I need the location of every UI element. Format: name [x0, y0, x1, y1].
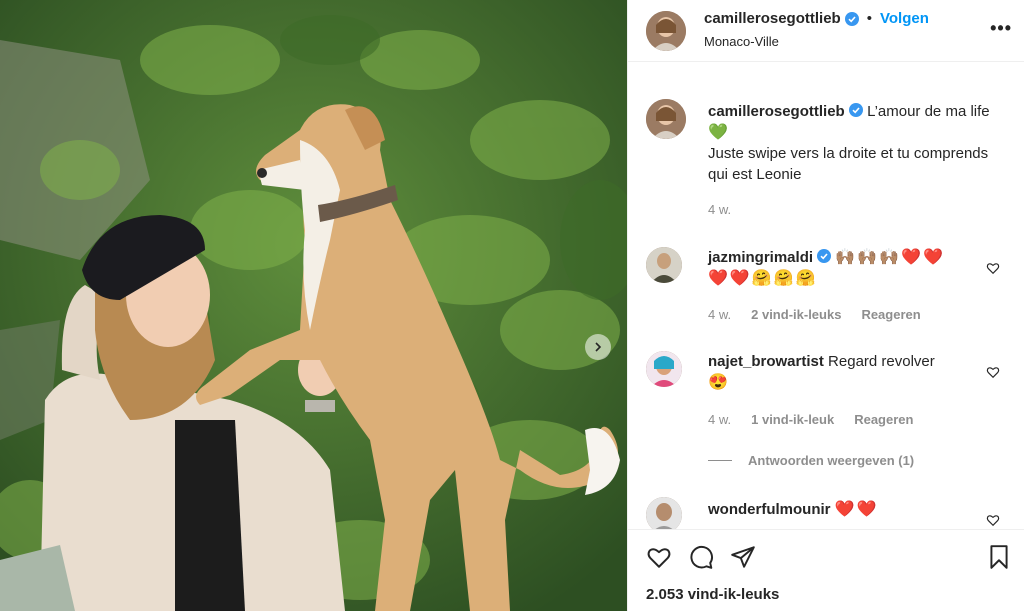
commenter-avatar-image: [646, 247, 682, 283]
post-photo[interactable]: [0, 0, 627, 611]
comment-1-meta: 4 w. 2 vind-ik-leuks Reageren: [708, 307, 921, 322]
comments-list[interactable]: camillerosegottlieb L’amour de ma life 💚…: [628, 63, 1024, 529]
commenter-avatar[interactable]: [646, 247, 682, 283]
raising-hands-emoji: 🙌🏽: [857, 249, 878, 266]
verified-badge-icon: [848, 103, 863, 117]
author-line: camillerosegottlieb • Volgen: [704, 10, 929, 27]
comment-1-reply-button[interactable]: Reageren: [861, 307, 920, 322]
replies-divider-line: [708, 460, 732, 461]
like-comment-heart-icon[interactable]: [986, 513, 1000, 527]
follow-button[interactable]: Volgen: [880, 10, 929, 27]
post-panel: camillerosegottlieb • Volgen Monaco-Vill…: [627, 0, 1024, 611]
red-heart-emoji: ❤️: [856, 501, 877, 518]
raising-hands-emoji: 🙌🏽: [835, 249, 856, 266]
post-location[interactable]: Monaco-Ville: [704, 34, 779, 49]
comment-2-meta: 4 w. 1 vind-ik-leuk Reageren: [708, 412, 913, 427]
red-heart-emoji: ❤️: [901, 249, 922, 266]
green-heart-icon: 💚: [708, 124, 728, 141]
post-header: camillerosegottlieb • Volgen Monaco-Vill…: [628, 0, 1024, 62]
author-avatar-image: [646, 11, 686, 51]
like-comment-heart-icon[interactable]: [986, 261, 1000, 275]
more-options-icon[interactable]: •••: [990, 18, 1012, 39]
comment-2-reply-button[interactable]: Reageren: [854, 412, 913, 427]
comment-3-username[interactable]: wonderfulmounir: [708, 501, 831, 518]
red-heart-emoji: ❤️: [708, 270, 728, 287]
caption-meta: 4 w.: [708, 202, 731, 217]
comment-2-text: najet_browartist Regard revolver 😍: [708, 351, 976, 393]
comment-3-text: wonderfulmounir ❤️ ❤️: [708, 499, 976, 520]
raising-hands-emoji: 🙌🏽: [879, 249, 900, 266]
save-button[interactable]: [986, 544, 1012, 575]
author-username[interactable]: camillerosegottlieb: [704, 10, 841, 27]
author-avatar[interactable]: [646, 11, 686, 51]
caption-avatar-image: [646, 99, 686, 139]
hugging-emoji: 🤗: [751, 270, 772, 287]
red-heart-emoji: ❤️: [729, 270, 750, 287]
comment-1-username[interactable]: jazmingrimaldi: [708, 249, 813, 266]
caption-username[interactable]: camillerosegottlieb: [708, 103, 845, 120]
caption-line-1: L’amour de ma life: [867, 103, 990, 120]
commenter-avatar-image: [646, 497, 682, 529]
commenter-avatar[interactable]: [646, 497, 682, 529]
comment-2-content: Regard revolver: [828, 353, 935, 370]
comment-2-likes[interactable]: 1 vind-ik-leuk: [751, 412, 834, 427]
action-buttons: [646, 544, 756, 570]
separator-dot: •: [866, 10, 872, 27]
chevron-right-icon: [595, 342, 602, 352]
carousel-next-button[interactable]: [585, 334, 611, 360]
share-send-icon[interactable]: [730, 544, 756, 570]
comment-1-time[interactable]: 4 w.: [708, 307, 731, 322]
red-heart-emoji: ❤️: [923, 249, 943, 266]
view-replies-label: Antwoorden weergeven (1): [748, 453, 915, 468]
likes-count[interactable]: 2.053 vind-ik-leuks: [646, 586, 779, 603]
bookmark-icon: [990, 545, 1008, 569]
like-comment-heart-icon[interactable]: [986, 365, 1000, 379]
commenter-avatar-image: [646, 351, 682, 387]
verified-badge-icon: [817, 249, 832, 263]
post-actions-bar: 2.053 vind-ik-leuks: [628, 529, 1024, 611]
comment-1-likes[interactable]: 2 vind-ik-leuks: [751, 307, 841, 322]
comment-2-username[interactable]: najet_browartist: [708, 353, 824, 370]
caption-text: camillerosegottlieb L’amour de ma life 💚…: [708, 101, 1000, 185]
commenter-avatar[interactable]: [646, 351, 682, 387]
photo-illustration: [0, 0, 627, 611]
heart-eyes-emoji: 😍: [708, 374, 728, 391]
caption-line-2: Juste swipe vers la droite et tu compren…: [708, 145, 989, 183]
caption-time[interactable]: 4 w.: [708, 202, 731, 217]
comment-1-text: jazmingrimaldi 🙌🏽 🙌🏽 🙌🏽 ❤️ ❤️ ❤️ ❤️ 🤗 🤗 🤗: [708, 247, 976, 289]
red-heart-emoji: ❤️: [834, 501, 855, 518]
like-heart-icon[interactable]: [646, 544, 672, 570]
comment-bubble-icon[interactable]: [688, 544, 714, 570]
hugging-emoji: 🤗: [773, 270, 794, 287]
verified-badge-icon: [844, 11, 859, 26]
view-replies-button[interactable]: Antwoorden weergeven (1): [708, 453, 914, 468]
hugging-emoji: 🤗: [795, 270, 816, 287]
comment-2-time[interactable]: 4 w.: [708, 412, 731, 427]
caption-avatar[interactable]: [646, 99, 686, 139]
